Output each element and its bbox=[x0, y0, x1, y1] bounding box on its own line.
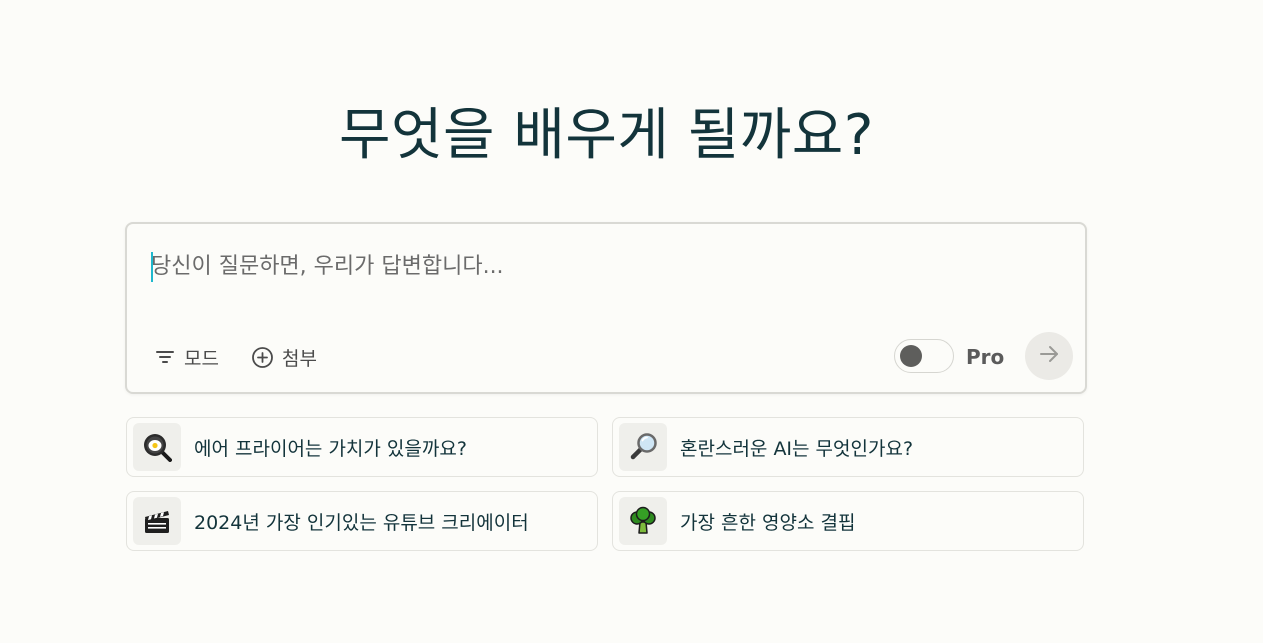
page-title: 무엇을 배우게 될까요? bbox=[338, 103, 874, 168]
suggestion-label: 2024년 가장 인기있는 유튜브 크리에이터 bbox=[194, 511, 529, 534]
search-composer: 모드 첨부 Pro bbox=[125, 222, 1087, 394]
home-page: 무엇을 배우게 될까요? 모드 첨부 bbox=[0, 0, 1263, 643]
suggestion-label: 가장 흔한 영양소 결핍 bbox=[680, 511, 856, 534]
broccoli-icon bbox=[619, 497, 667, 545]
filter-icon bbox=[154, 346, 176, 368]
attach-label: 첨부 bbox=[282, 347, 317, 370]
suggestion-label: 에어 프라이어는 가치가 있을까요? bbox=[194, 437, 467, 460]
submit-button[interactable] bbox=[1025, 332, 1073, 380]
arrow-right-icon bbox=[1038, 343, 1060, 369]
attach-button[interactable]: 첨부 bbox=[251, 342, 317, 372]
toggle-knob bbox=[900, 345, 922, 367]
suggestion-card[interactable]: 2024년 가장 인기있는 유튜브 크리에이터 bbox=[126, 491, 598, 551]
plus-circle-icon bbox=[251, 346, 274, 369]
question-input[interactable] bbox=[151, 249, 1051, 283]
mode-label: 모드 bbox=[184, 347, 219, 370]
suggestion-card[interactable]: 혼란스러운 AI는 무엇인가요? bbox=[612, 417, 1084, 477]
suggestion-label: 혼란스러운 AI는 무엇인가요? bbox=[680, 437, 914, 460]
magnifying-glass-icon bbox=[619, 423, 667, 471]
suggestion-card[interactable]: 가장 흔한 영양소 결핍 bbox=[612, 491, 1084, 551]
frying-pan-egg-icon bbox=[133, 423, 181, 471]
pro-label: Pro bbox=[966, 345, 1005, 369]
text-caret bbox=[151, 252, 153, 282]
pro-toggle[interactable] bbox=[894, 339, 954, 373]
mode-button[interactable]: 모드 bbox=[154, 342, 219, 372]
clapperboard-icon bbox=[133, 497, 181, 545]
suggestion-card[interactable]: 에어 프라이어는 가치가 있을까요? bbox=[126, 417, 598, 477]
